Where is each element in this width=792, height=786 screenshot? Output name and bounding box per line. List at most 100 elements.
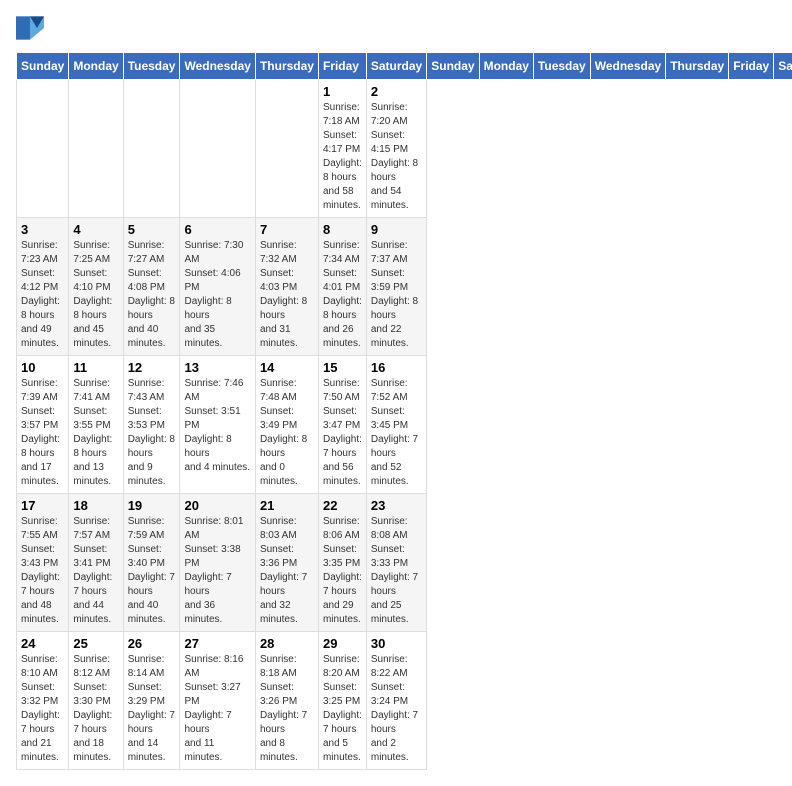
day-info: Sunrise: 7:18 AM Sunset: 4:17 PM Dayligh… [323, 101, 362, 213]
day-info: Sunrise: 7:23 AM Sunset: 4:12 PM Dayligh… [21, 239, 64, 351]
day-info: Sunrise: 8:16 AM Sunset: 3:27 PM Dayligh… [184, 653, 250, 765]
calendar-cell: 6 Sunrise: 7:30 AM Sunset: 4:06 PM Daylig… [180, 218, 255, 356]
day-info: Sunrise: 8:12 AM Sunset: 3:30 PM Dayligh… [73, 653, 118, 765]
day-info: Sunrise: 7:34 AM Sunset: 4:01 PM Dayligh… [323, 239, 362, 351]
calendar-cell: 5Sunrise: 7:27 AM Sunset: 4:08 PM Daylig… [123, 218, 180, 356]
day-info: Sunrise: 7:37 AM Sunset: 3:59 PM Dayligh… [371, 239, 422, 351]
calendar-week-2: 3 Sunrise: 7:23 AM Sunset: 4:12 PM Daylig… [17, 218, 792, 356]
day-info: Sunrise: 8:10 AM Sunset: 3:32 PM Dayligh… [21, 653, 64, 765]
logo [16, 16, 48, 40]
calendar-cell: 26Sunrise: 8:14 AM Sunset: 3:29 PM Dayli… [123, 632, 180, 770]
calendar-cell: 1 Sunrise: 7:18 AM Sunset: 4:17 PM Daylig… [318, 80, 366, 218]
header-saturday: Saturday [366, 53, 426, 80]
calendar-cell: 23 Sunrise: 8:08 AM Sunset: 3:33 PM Dayli… [366, 494, 426, 632]
day-number: 8 [323, 222, 362, 237]
calendar-cell: 17 Sunrise: 7:55 AM Sunset: 3:43 PM Dayli… [17, 494, 69, 632]
day-number: 7 [260, 222, 314, 237]
day-info: Sunrise: 7:59 AM Sunset: 3:40 PM Dayligh… [128, 515, 176, 627]
day-info: Sunrise: 7:57 AM Sunset: 3:41 PM Dayligh… [73, 515, 118, 627]
day-info: Sunrise: 8:18 AM Sunset: 3:26 PM Dayligh… [260, 653, 314, 765]
day-number: 11 [73, 360, 118, 375]
calendar-week-5: 24 Sunrise: 8:10 AM Sunset: 3:32 PM Dayli… [17, 632, 792, 770]
day-number: 2 [371, 84, 422, 99]
day-info: Sunrise: 8:06 AM Sunset: 3:35 PM Dayligh… [323, 515, 362, 627]
calendar-cell: 16Sunrise: 7:52 AM Sunset: 3:45 PM Dayli… [366, 356, 426, 494]
calendar-cell: 25Sunrise: 8:12 AM Sunset: 3:30 PM Dayli… [69, 632, 123, 770]
day-number: 10 [21, 360, 64, 375]
header-day-wednesday: Wednesday [590, 53, 665, 80]
day-info: Sunrise: 7:20 AM Sunset: 4:15 PM Dayligh… [371, 101, 422, 213]
header-day-monday: Monday [479, 53, 533, 80]
calendar-cell: 24 Sunrise: 8:10 AM Sunset: 3:32 PM Dayli… [17, 632, 69, 770]
logo-icon [16, 16, 44, 40]
calendar-week-3: 10 Sunrise: 7:39 AM Sunset: 3:57 PM Dayli… [17, 356, 792, 494]
day-number: 16 [371, 360, 422, 375]
day-number: 20 [184, 498, 250, 513]
day-number: 3 [21, 222, 64, 237]
calendar-cell: 30Sunrise: 8:22 AM Sunset: 3:24 PM Dayli… [366, 632, 426, 770]
header-day-thursday: Thursday [666, 53, 729, 80]
header-thursday: Thursday [255, 53, 318, 80]
calendar-cell [180, 80, 255, 218]
calendar-cell [69, 80, 123, 218]
day-info: Sunrise: 8:08 AM Sunset: 3:33 PM Dayligh… [371, 515, 422, 627]
day-number: 22 [323, 498, 362, 513]
day-info: Sunrise: 7:41 AM Sunset: 3:55 PM Dayligh… [73, 377, 118, 489]
header-day-saturday: Saturday [774, 53, 792, 80]
day-number: 18 [73, 498, 118, 513]
day-info: Sunrise: 7:43 AM Sunset: 3:53 PM Dayligh… [128, 377, 176, 489]
day-info: Sunrise: 8:03 AM Sunset: 3:36 PM Dayligh… [260, 515, 314, 627]
header-tuesday: Tuesday [123, 53, 180, 80]
calendar-cell: 21Sunrise: 8:03 AM Sunset: 3:36 PM Dayli… [255, 494, 318, 632]
calendar-cell: 18 Sunrise: 7:57 AM Sunset: 3:41 PM Dayli… [69, 494, 123, 632]
day-number: 1 [323, 84, 362, 99]
day-info: Sunrise: 7:30 AM Sunset: 4:06 PM Dayligh… [184, 239, 250, 351]
calendar-week-1: 1 Sunrise: 7:18 AM Sunset: 4:17 PM Daylig… [17, 80, 792, 218]
day-info: Sunrise: 7:27 AM Sunset: 4:08 PM Dayligh… [128, 239, 176, 351]
calendar-cell: 19 Sunrise: 7:59 AM Sunset: 3:40 PM Dayli… [123, 494, 180, 632]
day-number: 17 [21, 498, 64, 513]
day-info: Sunrise: 8:20 AM Sunset: 3:25 PM Dayligh… [323, 653, 362, 765]
calendar-cell: 3 Sunrise: 7:23 AM Sunset: 4:12 PM Daylig… [17, 218, 69, 356]
calendar-cell: 11 Sunrise: 7:41 AM Sunset: 3:55 PM Dayli… [69, 356, 123, 494]
calendar-cell: 9 Sunrise: 7:37 AM Sunset: 3:59 PM Daylig… [366, 218, 426, 356]
header-day-sunday: Sunday [427, 53, 479, 80]
day-number: 27 [184, 636, 250, 651]
calendar-cell: 22 Sunrise: 8:06 AM Sunset: 3:35 PM Dayli… [318, 494, 366, 632]
day-info: Sunrise: 8:14 AM Sunset: 3:29 PM Dayligh… [128, 653, 176, 765]
day-info: Sunrise: 7:39 AM Sunset: 3:57 PM Dayligh… [21, 377, 64, 489]
page-header [16, 16, 776, 40]
calendar-cell: 28Sunrise: 8:18 AM Sunset: 3:26 PM Dayli… [255, 632, 318, 770]
day-info: Sunrise: 7:46 AM Sunset: 3:51 PM Dayligh… [184, 377, 250, 475]
day-info: Sunrise: 7:55 AM Sunset: 3:43 PM Dayligh… [21, 515, 64, 627]
day-info: Sunrise: 8:01 AM Sunset: 3:38 PM Dayligh… [184, 515, 250, 627]
calendar-cell: 2 Sunrise: 7:20 AM Sunset: 4:15 PM Daylig… [366, 80, 426, 218]
calendar-header-row: SundayMondayTuesdayWednesdayThursdayFrid… [17, 53, 792, 80]
calendar-cell: 15 Sunrise: 7:50 AM Sunset: 3:47 PM Dayli… [318, 356, 366, 494]
header-friday: Friday [318, 53, 366, 80]
calendar-table: SundayMondayTuesdayWednesdayThursdayFrid… [16, 52, 792, 770]
calendar-cell [123, 80, 180, 218]
calendar-cell: 13 Sunrise: 7:46 AM Sunset: 3:51 PM Dayli… [180, 356, 255, 494]
header-sunday: Sunday [17, 53, 69, 80]
day-number: 29 [323, 636, 362, 651]
day-info: Sunrise: 7:50 AM Sunset: 3:47 PM Dayligh… [323, 377, 362, 489]
header-day-tuesday: Tuesday [533, 53, 590, 80]
calendar-cell [255, 80, 318, 218]
day-number: 13 [184, 360, 250, 375]
calendar-cell: 20 Sunrise: 8:01 AM Sunset: 3:38 PM Dayli… [180, 494, 255, 632]
calendar-cell: 8 Sunrise: 7:34 AM Sunset: 4:01 PM Daylig… [318, 218, 366, 356]
day-number: 15 [323, 360, 362, 375]
day-number: 23 [371, 498, 422, 513]
calendar-cell: 10 Sunrise: 7:39 AM Sunset: 3:57 PM Dayli… [17, 356, 69, 494]
day-number: 24 [21, 636, 64, 651]
calendar-cell: 4 Sunrise: 7:25 AM Sunset: 4:10 PM Daylig… [69, 218, 123, 356]
day-number: 9 [371, 222, 422, 237]
day-info: Sunrise: 7:32 AM Sunset: 4:03 PM Dayligh… [260, 239, 314, 351]
day-number: 6 [184, 222, 250, 237]
calendar-week-4: 17 Sunrise: 7:55 AM Sunset: 3:43 PM Dayli… [17, 494, 792, 632]
day-number: 19 [128, 498, 176, 513]
day-number: 30 [371, 636, 422, 651]
day-number: 4 [73, 222, 118, 237]
day-info: Sunrise: 7:25 AM Sunset: 4:10 PM Dayligh… [73, 239, 118, 351]
